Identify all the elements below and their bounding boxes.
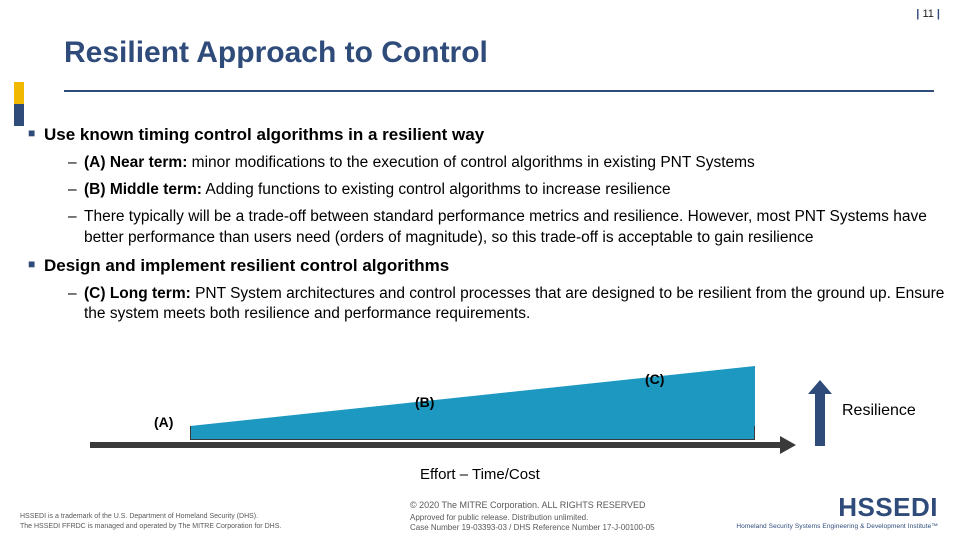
page-number: | 11 | [916, 8, 940, 20]
up-arrow-icon [808, 380, 832, 446]
trademark-1: HSSEDI is a trademark of the U.S. Depart… [20, 513, 258, 520]
bullet-2: Design and implement resilient control a… [28, 255, 946, 326]
label-A: (A) [154, 414, 173, 430]
slide: | 11 | Resilient Approach to Control Use… [0, 0, 960, 540]
effort-resilience-diagram: (A) (B) (C) Resilience Effort – Time/Cos… [90, 366, 860, 462]
bullet-2-head: Design and implement resilient control a… [44, 256, 449, 275]
hssedi-logo: HSSEDI Homeland Security Systems Enginee… [736, 492, 938, 530]
x-axis [90, 442, 780, 448]
bullet-1-2: (B) Middle term: Adding functions to exi… [68, 180, 946, 201]
label-C: (C) [645, 371, 664, 387]
approval: Approved for public release. Distributio… [410, 513, 588, 522]
wedge [190, 366, 755, 440]
x-label: Effort – Time/Cost [420, 466, 540, 483]
trademark-2: The HSSEDI FFRDC is managed and operated… [20, 523, 281, 530]
page-number-value: 11 [922, 8, 933, 20]
x-axis-arrow-icon [780, 436, 796, 454]
case-number: Case Number 19-03393-03 / DHS Reference … [410, 523, 655, 532]
bullet-2-1: (C) Long term: PNT System architectures … [68, 284, 946, 326]
bullet-1: Use known timing control algorithms in a… [28, 124, 946, 249]
body: Use known timing control algorithms in a… [28, 124, 946, 331]
slide-title: Resilient Approach to Control [64, 36, 488, 70]
bullet-1-head: Use known timing control algorithms in a… [44, 125, 484, 144]
footer: HSSEDI is a trademark of the U.S. Depart… [0, 486, 960, 540]
copyright: © 2020 The MITRE Corporation. ALL RIGHTS… [410, 500, 646, 510]
bullet-1-3: There typically will be a trade-off betw… [68, 207, 946, 249]
y-label: Resilience [842, 402, 916, 420]
bullet-1-1: (A) Near term: minor modifications to th… [68, 153, 946, 174]
logo-tagline: Homeland Security Systems Engineering & … [736, 523, 938, 530]
accent-sidebar [14, 82, 24, 126]
label-B: (B) [415, 394, 434, 410]
logo-text: HSSEDI [736, 492, 938, 523]
title-rule [64, 90, 934, 92]
